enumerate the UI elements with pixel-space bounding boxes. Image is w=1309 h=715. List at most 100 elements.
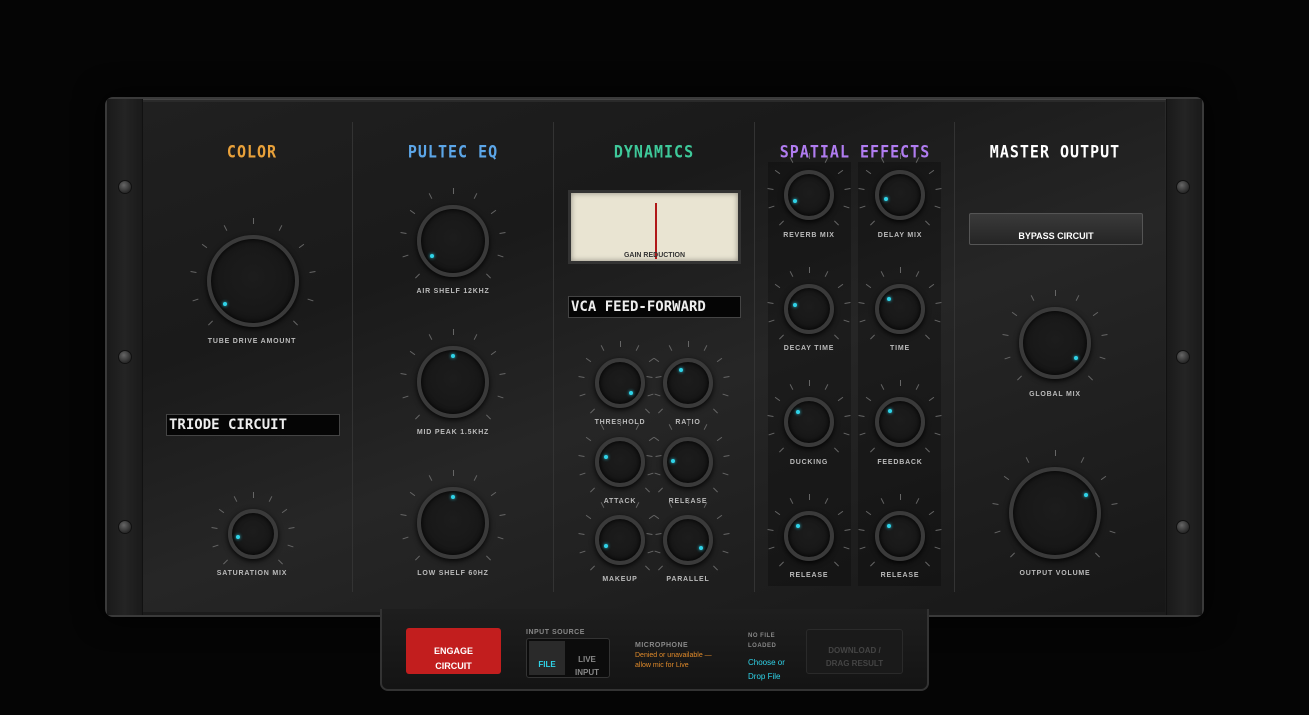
feedback-knob[interactable] <box>875 397 925 447</box>
tube-drive-knob[interactable] <box>207 235 299 327</box>
parallel-knob[interactable] <box>663 515 713 565</box>
gain-reduction-meter: GAIN REDUCTION <box>568 190 741 264</box>
delay-time-label: TIME <box>890 345 910 352</box>
knob-indicator <box>223 302 228 307</box>
output-volume-knob[interactable] <box>1009 467 1101 559</box>
download-result-button[interactable]: DOWNLOAD / DRAG RESULT <box>806 629 903 674</box>
section-title-pultec: PULTEC EQ <box>407 141 499 163</box>
knob-indicator <box>698 545 703 550</box>
global-mix-label: GLOBAL MIX <box>1029 391 1081 398</box>
live-label-2: INPUT <box>575 668 599 677</box>
download-line-1: DOWNLOAD / <box>828 646 881 655</box>
knob-tick <box>619 498 621 504</box>
engage-label-1: ENGAGE <box>433 646 473 656</box>
knob-tick <box>452 188 454 194</box>
engage-label-2: CIRCUIT <box>435 661 472 671</box>
no-file-line-1: NO FILE <box>748 633 776 639</box>
file-option[interactable]: FILE <box>529 641 565 675</box>
bypass-circuit-button[interactable]: BYPASS CIRCUIT <box>969 213 1143 245</box>
knob-tick <box>899 267 901 273</box>
knob-tick <box>687 498 689 504</box>
section-title-master: MASTER OUTPUT <box>989 141 1121 163</box>
global-mix-knob[interactable] <box>1019 307 1091 379</box>
ducking-label: DUCKING <box>789 459 829 466</box>
decay-time-label: DECAY TIME <box>783 345 835 352</box>
knob-indicator <box>603 454 608 459</box>
meter-needle <box>655 203 657 259</box>
knob-indicator <box>678 368 683 372</box>
release-knob[interactable] <box>663 437 713 487</box>
section-title-color: COLOR <box>226 141 278 163</box>
knob-tick <box>252 492 254 498</box>
mid-peak-label: MID PEAK 1.5KHZ <box>416 429 490 436</box>
threshold-knob[interactable] <box>595 358 645 408</box>
low-shelf-label: LOW SHELF 60HZ <box>417 570 489 577</box>
reverb-release-label: RELEASE <box>789 572 829 579</box>
knob-indicator <box>451 354 455 358</box>
knob-tick <box>452 329 454 335</box>
knob-tick <box>992 502 999 505</box>
knob-tick <box>252 218 254 224</box>
makeup-knob[interactable] <box>595 515 645 565</box>
knob-tick <box>190 270 197 273</box>
reverb-mix-knob[interactable] <box>784 170 834 220</box>
engage-circuit-button[interactable]: ENGAGE CIRCUIT <box>406 628 501 674</box>
download-line-2: DRAG RESULT <box>825 659 884 668</box>
meter-label: GAIN REDUCTION <box>623 252 686 259</box>
air-shelf-knob[interactable] <box>417 205 489 277</box>
knob-tick <box>808 267 810 273</box>
knob-indicator <box>671 458 676 463</box>
delay-release-label: RELEASE <box>880 572 920 579</box>
air-shelf-label: AIR SHELF 12KHZ <box>416 288 490 295</box>
knob-indicator <box>795 410 800 415</box>
knob-indicator <box>792 303 797 308</box>
knob-indicator <box>888 408 893 413</box>
delay-mix-knob[interactable] <box>875 170 925 220</box>
knob-tick <box>619 341 621 347</box>
mid-peak-knob[interactable] <box>417 346 489 418</box>
live-input-option[interactable]: LIVE INPUT <box>567 641 607 677</box>
section-divider <box>553 122 554 592</box>
choose-file-link[interactable]: Choose or Drop File <box>748 656 798 684</box>
mic-status-text: Denied or unavailable — allow mic for Li… <box>635 652 712 669</box>
section-divider <box>754 122 755 592</box>
choose-line-1: Choose or <box>748 658 785 667</box>
knob-tick <box>1054 450 1056 456</box>
knob-indicator <box>793 199 798 204</box>
knob-indicator <box>629 390 634 395</box>
section-divider <box>954 122 955 592</box>
ratio-knob[interactable] <box>663 358 713 408</box>
knob-tick <box>687 341 689 347</box>
screw-icon <box>118 180 132 194</box>
knob-indicator <box>1084 493 1089 497</box>
attack-knob[interactable] <box>595 437 645 487</box>
knob-tick <box>808 380 810 386</box>
delay-release-knob[interactable] <box>875 511 925 561</box>
saturation-mix-label: SATURATION MIX <box>216 570 288 577</box>
saturation-mix-knob[interactable] <box>228 509 278 559</box>
knob-tick <box>1054 290 1056 296</box>
delay-mix-label: DELAY MIX <box>877 232 923 239</box>
screw-icon <box>1176 350 1190 364</box>
ducking-knob[interactable] <box>784 397 834 447</box>
knob-tick <box>619 420 621 426</box>
delay-time-knob[interactable] <box>875 284 925 334</box>
microphone-label: MICROPHONE <box>635 642 689 649</box>
knob-indicator <box>604 544 609 549</box>
choose-line-2: Drop File <box>748 672 781 681</box>
file-status: NO FILE LOADED <box>748 631 776 651</box>
circuit-select[interactable]: TRIODE CIRCUIT <box>166 414 340 436</box>
low-shelf-knob[interactable] <box>417 487 489 559</box>
decay-time-knob[interactable] <box>784 284 834 334</box>
screw-icon <box>1176 520 1190 534</box>
feedback-label: FEEDBACK <box>877 459 923 466</box>
parallel-label: PARALLEL <box>666 576 710 583</box>
knob-indicator <box>236 534 241 539</box>
no-file-line-2: LOADED <box>748 643 777 649</box>
knob-tick <box>899 380 901 386</box>
knob-tick <box>808 494 810 500</box>
tube-drive-label: TUBE DRIVE AMOUNT <box>207 338 297 345</box>
section-title-dynamics: DYNAMICS <box>613 141 695 163</box>
compressor-mode-select[interactable]: VCA FEED-FORWARD <box>568 296 741 318</box>
reverb-release-knob[interactable] <box>784 511 834 561</box>
